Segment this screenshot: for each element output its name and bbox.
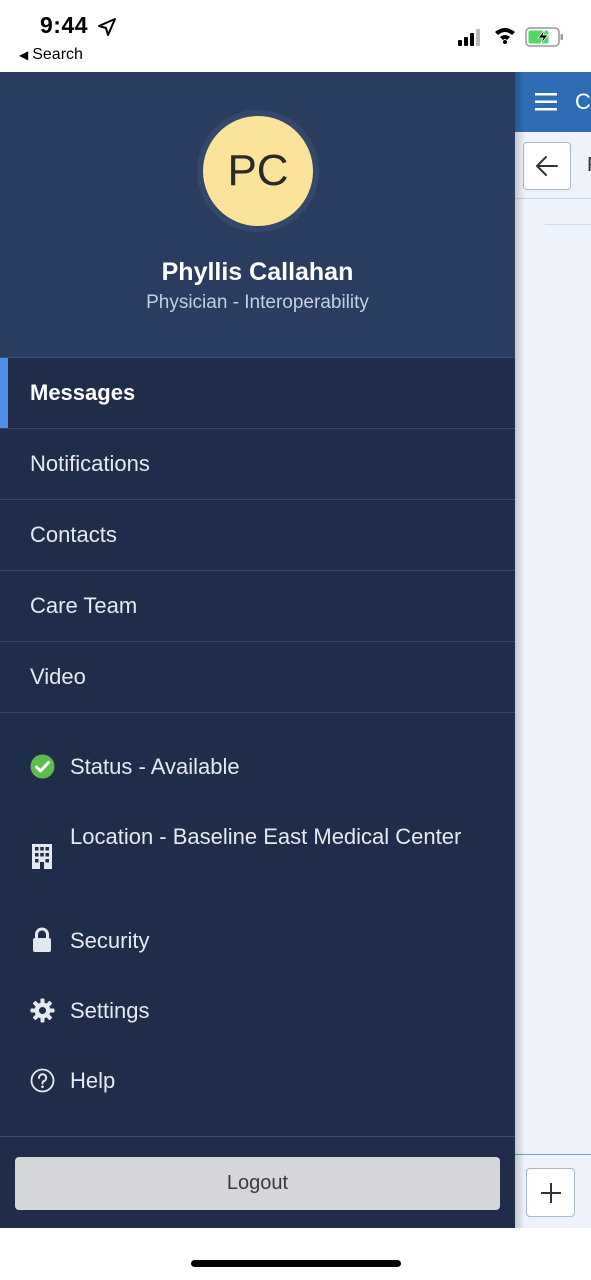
navigation-drawer: PC Phyllis Callahan Physician - Interope… <box>0 72 515 1228</box>
back-triangle-icon: ◀ <box>19 48 29 62</box>
question-circle-icon <box>30 1068 55 1093</box>
nav-item-messages[interactable]: Messages <box>0 358 515 429</box>
user-role: Physician - Interoperability <box>146 292 369 313</box>
home-indicator[interactable] <box>191 1260 401 1267</box>
nav-item-label: Contacts <box>30 522 117 547</box>
arrow-left-icon <box>536 156 558 176</box>
divider <box>515 198 591 199</box>
user-name: Phyllis Callahan <box>161 258 354 286</box>
divider <box>515 1154 591 1155</box>
back-to-search-label: Search <box>32 46 83 63</box>
primary-nav: Messages Notifications Contacts Care Tea… <box>0 358 515 713</box>
help-item[interactable]: Help <box>0 1064 515 1104</box>
nav-item-video[interactable]: Video <box>0 642 515 713</box>
cellular-signal-icon <box>458 29 480 46</box>
lock-icon <box>33 927 51 952</box>
wifi-icon <box>495 28 515 44</box>
plus-icon <box>540 1182 561 1203</box>
nav-item-label: Video <box>30 664 86 689</box>
status-time: 9:44 <box>40 12 89 38</box>
header-title-peek: C <box>575 89 591 114</box>
nav-item-contacts[interactable]: Contacts <box>0 500 515 571</box>
location-arrow-icon <box>98 18 116 36</box>
gear-icon <box>30 998 55 1023</box>
nav-item-label: Care Team <box>30 593 138 618</box>
logout-footer: Logout <box>0 1136 515 1228</box>
settings-item[interactable]: Settings <box>0 994 515 1034</box>
back-button[interactable] <box>523 142 571 190</box>
status-label: Status - Available <box>70 754 240 779</box>
battery-charging-icon <box>525 27 563 47</box>
location-item[interactable]: Location - Baseline East Medical Center <box>0 820 515 890</box>
divider <box>545 224 591 225</box>
avatar[interactable]: PC <box>203 116 313 226</box>
status-bar: 9:44 ◀ Search <box>0 0 591 72</box>
nav-item-notifications[interactable]: Notifications <box>0 429 515 500</box>
security-label: Security <box>70 928 150 953</box>
back-to-search-link[interactable]: ◀ Search <box>19 46 83 64</box>
home-area <box>0 1228 591 1280</box>
nav-item-label: Notifications <box>30 451 150 476</box>
drawer-shadow <box>515 72 525 1228</box>
subheader-text-peek: F <box>587 154 591 177</box>
logout-button[interactable]: Logout <box>15 1157 500 1210</box>
check-circle-icon <box>30 754 55 779</box>
nav-item-care-team[interactable]: Care Team <box>0 571 515 642</box>
help-label: Help <box>70 1068 116 1093</box>
status-item[interactable]: Status - Available <box>0 750 515 790</box>
location-label: Location - Baseline East Medical Center <box>70 824 462 849</box>
main-content-peek[interactable]: C F <box>515 72 591 1228</box>
nav-item-label: Messages <box>30 380 136 405</box>
avatar-ring: PC <box>197 110 319 232</box>
hamburger-menu-icon[interactable] <box>535 92 557 112</box>
add-button[interactable] <box>526 1168 575 1217</box>
app-header: C <box>515 72 591 132</box>
security-item[interactable]: Security <box>0 924 515 964</box>
profile-header: PC Phyllis Callahan Physician - Interope… <box>0 72 515 358</box>
building-icon <box>32 844 52 869</box>
settings-label: Settings <box>70 998 150 1023</box>
